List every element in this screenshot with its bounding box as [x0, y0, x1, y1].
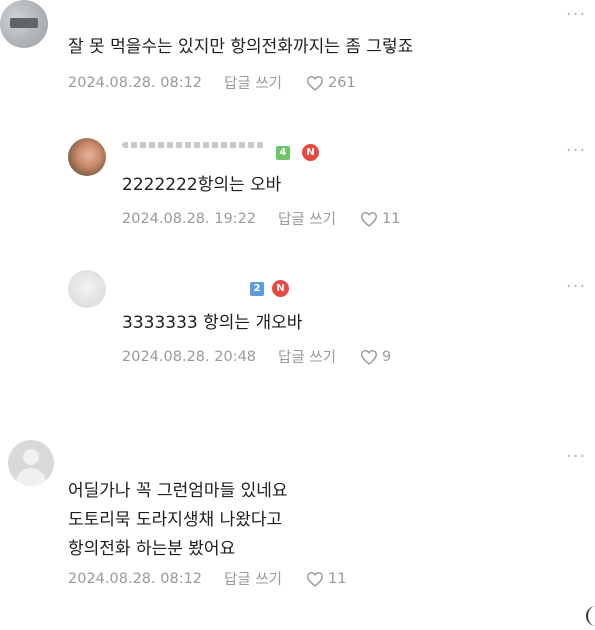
like-count: 11 — [382, 210, 401, 227]
comment-meta: 2024.08.28. 08:12 답글 쓰기 11 — [68, 568, 346, 589]
comment-date: 2024.08.28. 08:12 — [68, 570, 203, 587]
comment-text: 3333333 항의는 개오바 — [122, 313, 303, 333]
like-button[interactable]: 11 — [306, 571, 346, 587]
like-button[interactable]: 9 — [360, 349, 391, 365]
heart-outline-icon — [306, 571, 324, 587]
more-options-icon[interactable]: ··· — [566, 448, 586, 466]
level-badge: 4 — [276, 146, 290, 160]
heart-outline-icon — [306, 75, 324, 91]
reply-button[interactable]: 답글 쓰기 — [278, 346, 336, 367]
like-count: 11 — [328, 570, 347, 587]
comment-text-line: 어딜가나 꼭 그런엄마들 있네요 — [68, 481, 288, 501]
comment-text: 2222222항의는 오바 — [122, 175, 282, 195]
comment-meta: 2024.08.28. 20:48 답글 쓰기 9 — [122, 346, 391, 367]
new-badge: N — [302, 144, 319, 161]
avatar[interactable] — [68, 138, 106, 176]
like-button[interactable]: 261 — [306, 75, 356, 91]
avatar[interactable] — [0, 0, 48, 48]
edge-artifact — [586, 606, 595, 626]
more-options-icon[interactable]: ··· — [566, 142, 586, 160]
heart-outline-icon — [360, 211, 378, 227]
more-options-icon[interactable]: ··· — [566, 278, 586, 296]
comment-text: 잘 못 먹을수는 있지만 항의전화까지는 좀 그렇죠 — [68, 37, 414, 57]
nickname-redacted — [122, 142, 264, 148]
heart-outline-icon — [360, 349, 378, 365]
comment-date: 2024.08.28. 20:48 — [122, 348, 257, 365]
comment-date: 2024.08.28. 19:22 — [122, 210, 257, 227]
comment-text-line: 항의전화 하는분 봤어요 — [68, 539, 236, 559]
comment-date: 2024.08.28. 08:12 — [68, 74, 203, 91]
comment-meta: 2024.08.28. 19:22 답글 쓰기 11 — [122, 208, 400, 229]
reply-button[interactable]: 답글 쓰기 — [224, 72, 282, 93]
reply-button[interactable]: 답글 쓰기 — [278, 208, 336, 229]
like-count: 261 — [328, 74, 356, 91]
level-badge: 2 — [250, 282, 264, 296]
like-count: 9 — [382, 348, 392, 365]
avatar[interactable] — [8, 440, 54, 486]
comment-text-line: 도토리묵 도라지생채 나왔다고 — [68, 510, 283, 530]
like-button[interactable]: 11 — [360, 211, 400, 227]
more-options-icon[interactable]: ··· — [566, 6, 586, 24]
comment-meta: 2024.08.28. 08:12 답글 쓰기 261 — [68, 72, 356, 93]
avatar[interactable] — [68, 270, 106, 308]
new-badge: N — [272, 280, 289, 297]
reply-button[interactable]: 답글 쓰기 — [224, 568, 282, 589]
